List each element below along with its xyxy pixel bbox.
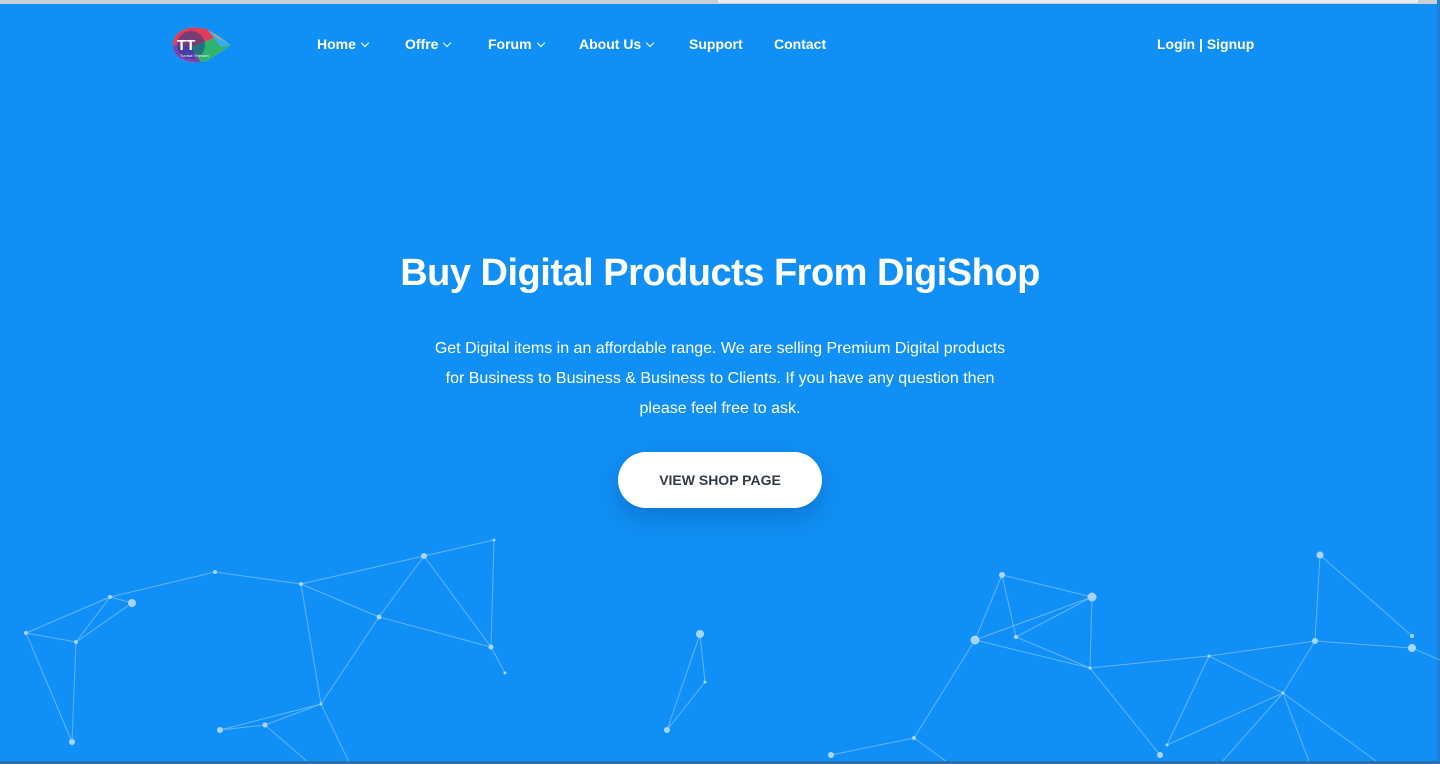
nav-forum-label: Forum xyxy=(488,36,532,52)
login-link[interactable]: Login xyxy=(1157,36,1195,52)
brand-logo[interactable]: TT Tunisie Telecom xyxy=(171,25,233,65)
page: TT Tunisie Telecom Home Offre Forum Abou… xyxy=(0,0,1440,764)
hero-description-line: for Business to Business & Business to C… xyxy=(445,370,995,387)
svg-text:Tunisie Telecom: Tunisie Telecom xyxy=(180,53,209,58)
hero-description-line: Get Digital items in an affordable range… xyxy=(434,340,1006,357)
navbar: TT Tunisie Telecom Home Offre Forum Abou… xyxy=(0,0,1440,88)
nav-offre[interactable]: Offre xyxy=(405,36,452,52)
svg-text:TT: TT xyxy=(177,37,195,54)
signup-link[interactable]: Signup xyxy=(1207,36,1254,52)
chevron-down-icon xyxy=(443,38,452,47)
nav-home[interactable]: Home xyxy=(317,36,370,52)
auth-links: Login | Signup xyxy=(1157,36,1254,52)
view-shop-page-button[interactable]: VIEW SHOP PAGE xyxy=(618,452,822,508)
hero-title: Buy Digital Products From DigiShop xyxy=(400,252,1040,294)
auth-separator: | xyxy=(1199,36,1203,52)
nav-home-label: Home xyxy=(317,36,356,52)
nav-offre-label: Offre xyxy=(405,36,439,52)
hero-description: Get Digital items in an affordable range… xyxy=(410,334,1030,424)
nav-contact[interactable]: Contact xyxy=(774,36,826,52)
nav-about-us-label: About Us xyxy=(579,36,642,52)
nav-forum[interactable]: Forum xyxy=(488,36,545,52)
nav-support[interactable]: Support xyxy=(689,36,743,52)
nav-about-us[interactable]: About Us xyxy=(579,36,655,52)
chevron-down-icon xyxy=(536,38,545,47)
chevron-down-icon xyxy=(645,38,655,47)
chevron-down-icon xyxy=(360,38,370,47)
hero-description-line: please feel free to ask. xyxy=(639,400,801,417)
nav-contact-label: Contact xyxy=(774,36,827,52)
nav-support-label: Support xyxy=(689,36,743,52)
